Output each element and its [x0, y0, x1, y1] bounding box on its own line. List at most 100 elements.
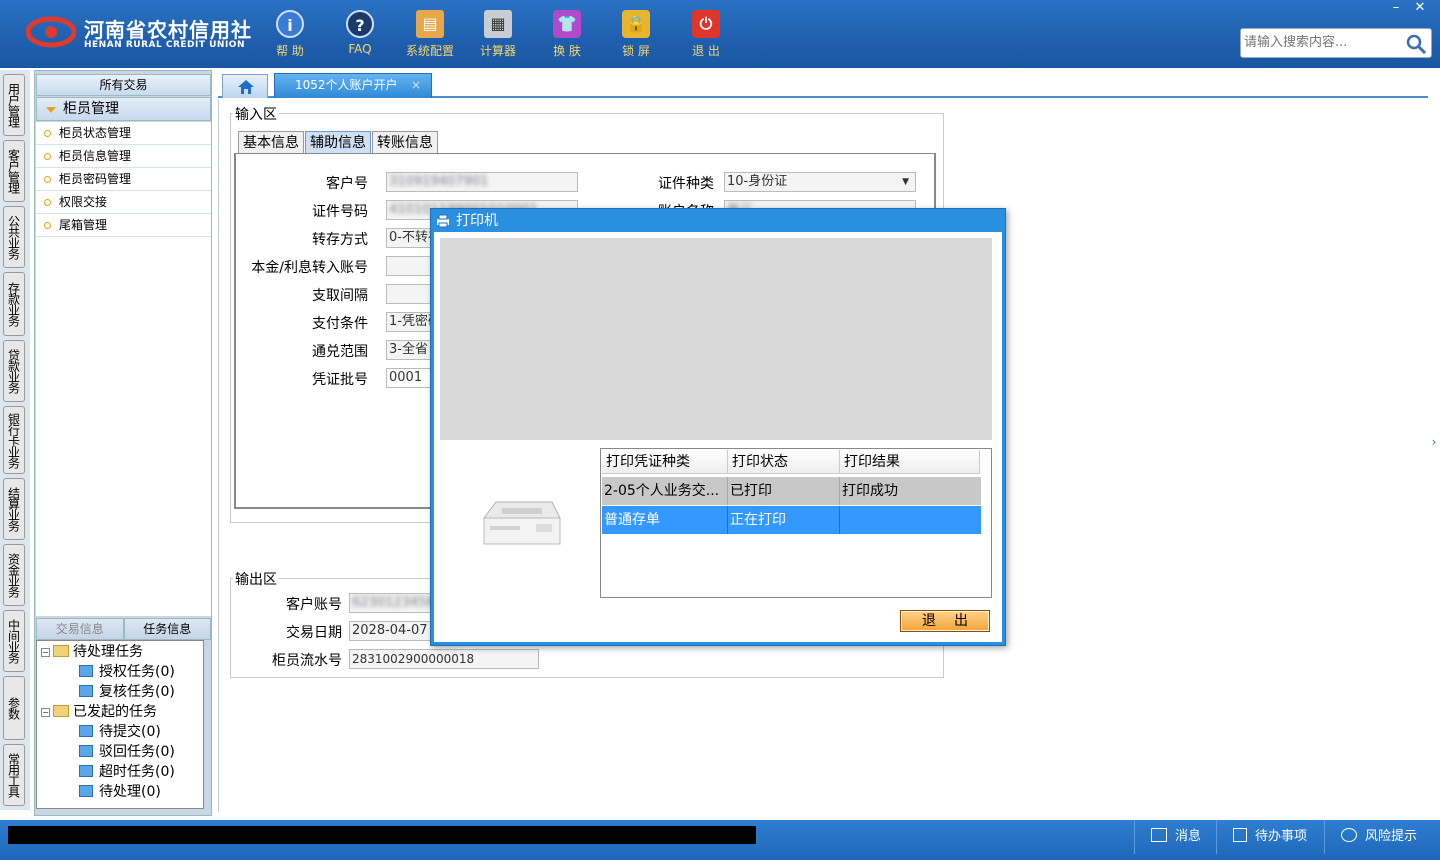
print-preview-area	[440, 238, 992, 440]
magnifier-icon[interactable]	[1405, 33, 1427, 55]
interest-account-label: 本金/利息转入账号	[251, 260, 368, 276]
tree-label: 待提交(0)	[99, 724, 161, 740]
vtab-user-management[interactable]: 用户管理	[3, 74, 25, 136]
column-header-print-result[interactable]: 打印结果	[840, 450, 980, 474]
mail-icon	[1151, 828, 1167, 842]
risk-alert-button[interactable]: 风险提示	[1324, 820, 1440, 854]
faq-button[interactable]: ? FAQ	[330, 8, 390, 62]
minimize-button[interactable]: –	[1384, 0, 1408, 15]
table-row[interactable]: 2-05个人业务交... 已打印 打印成功	[602, 477, 981, 505]
tree-node-pending[interactable]: − 待处理任务	[41, 642, 143, 662]
tab-label: 1052个人账户开户	[295, 78, 398, 92]
tree-node-timeout[interactable]: 超时任务(0)	[79, 762, 175, 782]
skin-button[interactable]: 👕 换 肤	[537, 8, 597, 62]
tree-node-initiated[interactable]: − 已发起的任务	[41, 702, 157, 722]
id-no-label: 证件号码	[312, 204, 368, 220]
dialog-title-text: 打印机	[456, 213, 498, 229]
system-config-button[interactable]: ▤ 系统配置	[400, 8, 460, 62]
left-panel-tabs: 交易信息 任务信息	[36, 618, 211, 640]
vtab-settlement-business[interactable]: 结算业务	[3, 478, 25, 540]
pay-condition-label: 支付条件	[312, 316, 368, 332]
messages-label: 消息	[1175, 829, 1202, 844]
cell-voucher-type: 普通存单	[602, 506, 728, 534]
todo-button[interactable]: 待办事项	[1216, 820, 1324, 854]
folder-icon	[53, 645, 69, 657]
tree-node-to-submit[interactable]: 待提交(0)	[79, 722, 161, 742]
vtab-fund-business[interactable]: 资金业务	[3, 544, 25, 606]
lock-icon: 🔒	[622, 10, 650, 38]
menu-item-teller-info[interactable]: 柜员信息管理	[36, 145, 211, 168]
status-message-area	[8, 826, 756, 844]
tab-home[interactable]	[222, 74, 268, 98]
search-input[interactable]	[1244, 35, 1404, 50]
printer-dialog-title[interactable]: 打印机	[432, 210, 1004, 232]
teller-management-group[interactable]: 柜员管理	[36, 97, 211, 121]
vtab-deposit-business[interactable]: 存款业务	[3, 272, 25, 336]
messages-button[interactable]: 消息	[1134, 820, 1224, 854]
tab-task-info[interactable]: 任务信息	[123, 618, 211, 640]
customer-no-field[interactable]: 310919407901	[386, 172, 578, 192]
menu-item-teller-status[interactable]: 柜员状态管理	[36, 122, 211, 145]
vtab-loan-business[interactable]: 贷款业务	[3, 340, 25, 402]
menu-item-permission-handover[interactable]: 权限交接	[36, 191, 211, 214]
tree-label: 待处理任务	[73, 644, 143, 660]
lock-screen-button[interactable]: 🔒 锁 屏	[606, 8, 666, 62]
chat-icon	[1341, 828, 1357, 842]
exchange-range-label: 通兑范围	[312, 344, 368, 360]
expand-right-icon[interactable]: ›	[1428, 420, 1440, 464]
tree-label: 复核任务(0)	[99, 684, 175, 700]
tree-node-rejected[interactable]: 驳回任务(0)	[79, 742, 175, 762]
logo-title: 河南省农村信用社	[84, 18, 252, 42]
tree-node-authorize[interactable]: 授权任务(0)	[79, 662, 175, 682]
print-job-table: 打印凭证种类 打印状态 打印结果 2-05个人业务交... 已打印 打印成功 普…	[600, 448, 992, 598]
collapse-icon[interactable]: −	[41, 708, 50, 717]
customer-account-label: 客户账号	[286, 597, 342, 613]
task-tree: − 待处理任务 授权任务(0) 复核任务(0) − 已发起的任务 待提交(0) 驳回…	[36, 640, 204, 809]
lock-label: 锁 屏	[622, 44, 650, 58]
info-icon: i	[276, 10, 304, 38]
all-transactions-header[interactable]: 所有交易	[36, 74, 211, 96]
transaction-list: 柜员状态管理 柜员信息管理 柜员密码管理 权限交接 尾箱管理	[36, 122, 211, 616]
question-icon: ?	[346, 10, 374, 38]
printer-icon	[483, 501, 561, 545]
exit-button[interactable]: 退出	[900, 610, 990, 632]
calculator-button[interactable]: ▦ 计算器	[468, 8, 528, 62]
tab-basic-info[interactable]: 基本信息	[238, 131, 304, 153]
tree-label: 待处理(0)	[99, 784, 161, 800]
vtab-card-business[interactable]: 银行卡业务	[3, 406, 25, 474]
vtab-public-business[interactable]: 公共业务	[3, 206, 25, 268]
menu-item-tail-box[interactable]: 尾箱管理	[36, 214, 211, 237]
search-box[interactable]	[1240, 28, 1432, 58]
column-header-print-status[interactable]: 打印状态	[728, 450, 840, 474]
collapse-icon[interactable]: −	[41, 648, 50, 657]
tab-transfer-info[interactable]: 转账信息	[372, 131, 438, 153]
deposit-method-label: 转存方式	[312, 232, 368, 248]
close-tab-icon[interactable]: ×	[411, 74, 421, 96]
logout-button[interactable]: ⏻ 退 出	[676, 8, 736, 62]
shirt-icon: 👕	[553, 10, 581, 38]
table-row-selected[interactable]: 普通存单 正在打印	[602, 506, 981, 534]
checkbox-icon	[1233, 828, 1247, 842]
dropdown-arrow-icon[interactable]: ▼	[902, 173, 909, 191]
column-header-voucher-type[interactable]: 打印凭证种类	[602, 450, 728, 474]
skin-label: 换 肤	[553, 44, 581, 58]
logout-label: 退 出	[692, 44, 720, 58]
printer-small-icon	[437, 214, 449, 228]
help-button[interactable]: i 帮 助	[260, 8, 320, 62]
tree-node-to-process[interactable]: 待处理(0)	[79, 782, 161, 802]
menu-item-teller-password[interactable]: 柜员密码管理	[36, 168, 211, 191]
tab-auxiliary-info[interactable]: 辅助信息	[305, 131, 371, 153]
vtab-customer-management[interactable]: 客户管理	[3, 140, 25, 202]
vtab-parameters[interactable]: 参数	[3, 676, 25, 740]
cell-print-status: 正在打印	[728, 506, 840, 534]
tree-label: 超时任务(0)	[99, 764, 175, 780]
vtab-common-tools[interactable]: 常用工具	[3, 744, 25, 806]
voucher-batch-label: 凭证批号	[312, 372, 368, 388]
teller-serial-field[interactable]: 2831002900000018	[349, 649, 539, 669]
tree-node-review[interactable]: 复核任务(0)	[79, 682, 175, 702]
tab-transaction-info[interactable]: 交易信息	[36, 618, 124, 640]
tab-personal-account-opening[interactable]: 1052个人账户开户 ×	[274, 73, 432, 98]
close-window-button[interactable]: ✕	[1408, 0, 1432, 15]
id-type-select[interactable]: 10-身份证 ▼	[724, 172, 916, 192]
vtab-intermediate-business[interactable]: 中间业务	[3, 610, 25, 672]
